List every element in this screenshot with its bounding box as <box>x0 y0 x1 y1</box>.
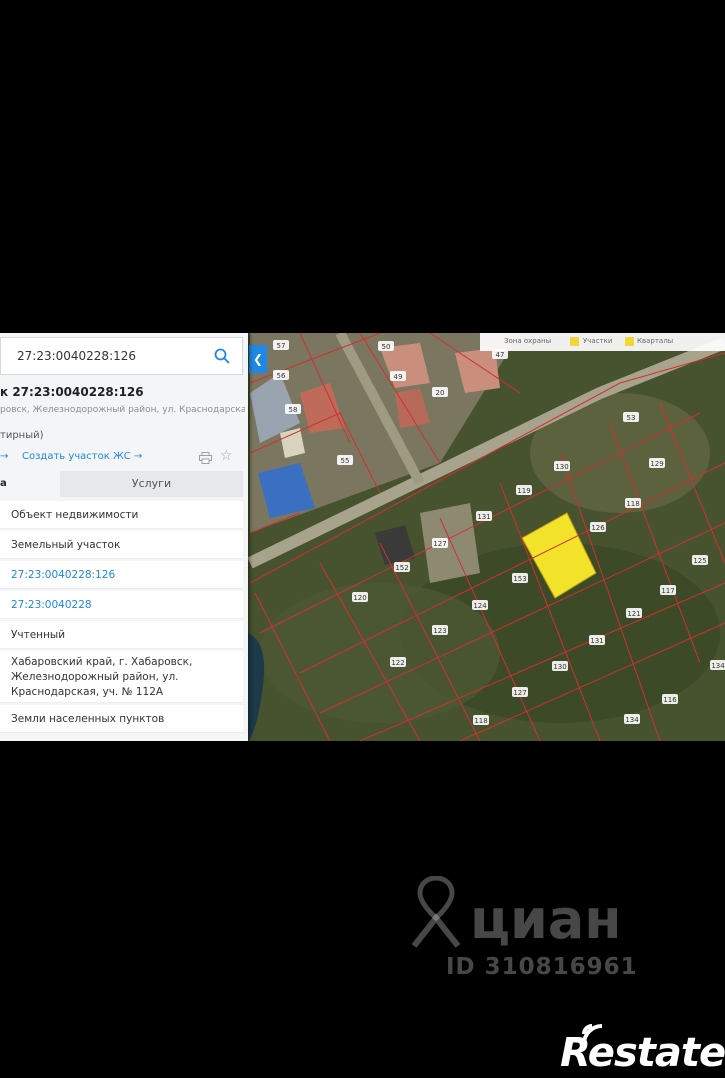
star-icon[interactable]: ☆ <box>220 448 233 464</box>
object-type-value: Объект недвижимости <box>11 509 139 521</box>
legend-zone: Зона охраны <box>504 337 552 345</box>
plot-label[interactable]: 47 <box>496 351 505 359</box>
plot-label[interactable]: 49 <box>394 373 403 381</box>
plot-label[interactable]: 20 <box>436 389 445 397</box>
plot-label[interactable]: 130 <box>553 663 566 671</box>
row-address: Хабаровский край, г. Хабаровск, Железнод… <box>0 651 243 703</box>
search-box[interactable]: 27:23:0040228:126 <box>0 337 243 375</box>
plot-label[interactable]: 131 <box>590 637 603 645</box>
plot-label[interactable]: 118 <box>626 500 639 508</box>
info-tabs: а Услуги <box>0 471 243 497</box>
plot-label[interactable]: 131 <box>477 513 490 521</box>
plot-label[interactable]: 127 <box>433 540 446 548</box>
search-input[interactable]: 27:23:0040228:126 <box>17 349 136 363</box>
plot-label[interactable]: 124 <box>473 602 487 610</box>
quarter-link[interactable]: 27:23:0040228 <box>11 599 92 611</box>
plot-label[interactable]: 116 <box>663 696 677 704</box>
print-icon[interactable] <box>199 452 212 464</box>
plot-label[interactable]: 123 <box>433 627 446 635</box>
plot-label[interactable]: 126 <box>591 524 605 532</box>
cian-brand: циан <box>470 888 622 951</box>
row-status: Учтенный <box>0 621 243 649</box>
plot-label[interactable]: 117 <box>661 587 674 595</box>
plot-label[interactable]: 55 <box>341 457 350 465</box>
row-category: Земли населенных пунктов <box>0 705 243 733</box>
category-value: Земли населенных пунктов <box>11 713 165 725</box>
kind-value: Земельный участок <box>11 539 121 551</box>
plot-label[interactable]: 134 <box>625 716 639 724</box>
plot-label[interactable]: 120 <box>353 594 366 602</box>
plot-label[interactable]: 118 <box>474 717 487 725</box>
create-plot-link[interactable]: Создать участок ЖС → <box>22 451 142 462</box>
restate-text: Restate <box>560 1030 725 1076</box>
plot-label[interactable]: 130 <box>555 463 568 471</box>
legend-plots: Участки <box>583 337 613 345</box>
plot-label[interactable]: 119 <box>517 487 530 495</box>
row-object-type: Объект недвижимости <box>0 501 243 529</box>
address-line-3: Краснодарская, уч. № 112А <box>11 686 164 698</box>
plot-label[interactable]: 134 <box>711 662 725 670</box>
tab-info[interactable]: а <box>0 471 60 497</box>
row-kind: Земельный участок <box>0 531 243 559</box>
card-status: тирный) <box>0 430 44 441</box>
search-icon[interactable] <box>214 348 230 364</box>
plot-label[interactable]: 129 <box>650 460 663 468</box>
row-cadastral-number[interactable]: 27:23:0040228:126 <box>0 561 243 589</box>
address-line-2: Железнодорожный район, ул. <box>11 671 179 683</box>
plot-label[interactable]: 56 <box>277 372 286 380</box>
plot-label[interactable]: 125 <box>693 557 706 565</box>
plot-label[interactable]: 152 <box>395 564 408 572</box>
plot-label[interactable]: 122 <box>391 659 404 667</box>
collapse-panel-button[interactable]: ❮ <box>249 345 267 373</box>
screen-photo: 57 56 50 49 47 58 20 55 53 129 130 119 118 131 126 127 1… <box>0 333 725 741</box>
address-line-1: Хабаровский край, г. Хабаровск, <box>11 656 193 668</box>
object-info-panel: 27:23:0040228:126 к 27:23:0040228:126 ро… <box>0 333 248 741</box>
cian-logo-icon <box>411 876 461 948</box>
listing-id: ID 310816961 <box>446 954 638 980</box>
plot-label[interactable]: 58 <box>289 406 298 414</box>
legend-quarters: Кварталы <box>637 337 674 345</box>
plot-label[interactable]: 127 <box>513 689 526 697</box>
card-title: к 27:23:0040228:126 <box>0 385 144 399</box>
restate-logo: Restate <box>560 1022 725 1078</box>
row-quarter[interactable]: 27:23:0040228 <box>0 591 243 619</box>
cadastral-number-link[interactable]: 27:23:0040228:126 <box>11 569 115 581</box>
plot-label[interactable]: 121 <box>627 610 640 618</box>
card-address: ровск, Железнодорожный район, ул. Красно… <box>0 405 245 415</box>
status-value: Учтенный <box>11 629 66 641</box>
plot-label[interactable]: 153 <box>513 575 526 583</box>
tab-services[interactable]: Услуги <box>60 471 243 497</box>
plot-label[interactable]: 53 <box>627 414 636 422</box>
back-arrow-icon[interactable]: → <box>0 451 8 462</box>
